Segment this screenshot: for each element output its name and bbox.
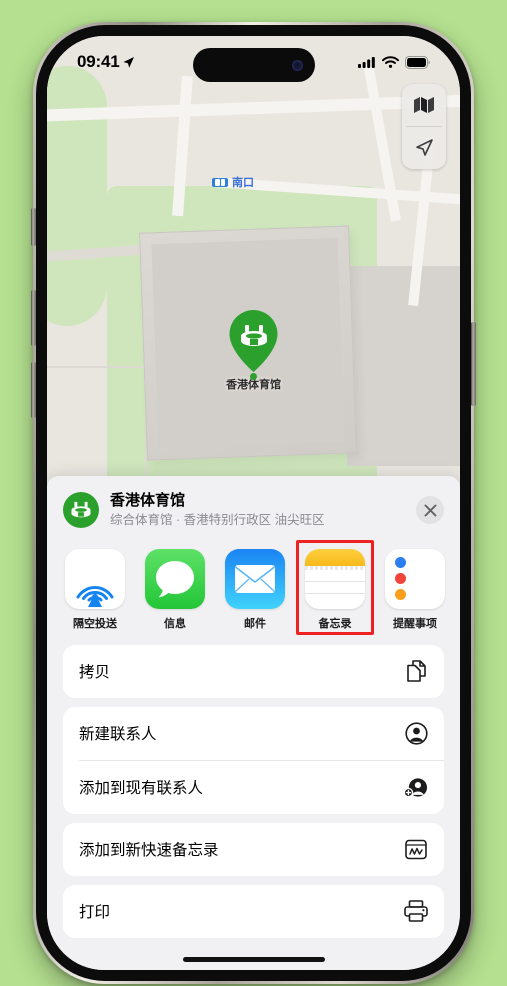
stadium-icon (71, 502, 91, 518)
share-sheet: 香港体育馆 综合体育馆 · 香港特别行政区 油尖旺区 隔空投送 信息 邮件 备忘… (47, 476, 460, 970)
share-app-label: 信息 (164, 617, 186, 630)
map-pin-bubble (222, 308, 286, 372)
reminder-dot-red (395, 573, 406, 585)
reminder-dot-blue (395, 557, 406, 569)
place-title: 香港体育馆 (110, 492, 186, 509)
power-button[interactable] (471, 322, 476, 406)
action-button[interactable] (31, 208, 36, 246)
location-arrow-icon (123, 56, 135, 68)
map-pin-group[interactable]: 香港体育馆 (47, 308, 460, 392)
action-label: 打印 (79, 904, 111, 922)
volume-down-button[interactable] (31, 362, 36, 418)
wifi-icon (382, 56, 399, 68)
action-row-quick-note[interactable]: 添加到新快速备忘录 (63, 823, 444, 876)
action-group: 打印 (63, 884, 444, 938)
home-indicator[interactable] (182, 957, 325, 962)
copy-documents-icon (404, 659, 428, 683)
transit-badge-icon (212, 177, 228, 187)
share-app-mail[interactable]: 邮件 (225, 548, 285, 631)
share-action-list: 拷贝 新建联系人 添加到现有联系人 添加到新快速备忘录 打印 (47, 641, 460, 938)
battery-full-icon (405, 55, 430, 69)
share-app-airdrop[interactable]: 隔空投送 (65, 548, 125, 631)
stadium-icon (239, 324, 269, 348)
new-contact-icon (404, 721, 428, 745)
notes-icon-line (305, 592, 365, 594)
share-app-messages[interactable]: 信息 (145, 548, 205, 631)
navigation-arrow-icon (416, 139, 433, 156)
status-bar-time-group: 09:41 (77, 52, 135, 72)
map-transit-label: 南口 (212, 174, 254, 190)
volume-up-button[interactable] (31, 290, 36, 346)
map-pin[interactable] (222, 308, 286, 380)
status-bar-indicators (358, 55, 430, 69)
notes-icon-perforation (305, 565, 365, 570)
map-road (47, 93, 460, 123)
printer-icon (404, 899, 428, 923)
map-mode-button[interactable] (402, 84, 446, 126)
notes-icon (305, 548, 365, 609)
action-group: 新建联系人 添加到现有联系人 (63, 706, 444, 814)
locate-me-button[interactable] (402, 127, 446, 169)
quick-note-icon (404, 837, 428, 861)
place-subtitle: 综合体育馆 · 香港特别行政区 油尖旺区 (110, 512, 325, 527)
phone-screen: 南口 香港体育馆 09:41 香港体育馆 综合体育馆 · 香港特别行政区 油尖旺… (47, 36, 460, 970)
share-app-label: 备忘录 (318, 617, 352, 630)
airdrop-icon (65, 548, 125, 609)
action-row-new-contact[interactable]: 新建联系人 (63, 707, 444, 760)
share-app-reminders[interactable]: 提醒事项 (385, 548, 445, 631)
map-canvas[interactable]: 南口 香港体育馆 (47, 36, 460, 536)
phone-device: 南口 香港体育馆 09:41 香港体育馆 综合体育馆 · 香港特别行政区 油尖旺… (31, 22, 476, 984)
share-app-label: 隔空投送 (73, 617, 117, 630)
cellular-signal-icon (358, 57, 375, 68)
place-info: 香港体育馆 综合体育馆 · 香港特别行政区 油尖旺区 (110, 492, 405, 529)
share-app-row[interactable]: 隔空投送 信息 邮件 备忘录 提醒事项 (47, 539, 460, 641)
add-to-contact-icon (404, 775, 428, 799)
share-app-notes[interactable]: 备忘录 (296, 539, 374, 635)
front-camera-icon (291, 59, 303, 71)
share-app-label: 邮件 (244, 617, 266, 630)
share-app-label: 提醒事项 (393, 617, 437, 630)
place-avatar (63, 492, 99, 529)
dynamic-island (192, 48, 315, 82)
action-group: 添加到新快速备忘录 (63, 822, 444, 876)
action-row-print[interactable]: 打印 (63, 885, 444, 938)
share-sheet-header: 香港体育馆 综合体育馆 · 香港特别行政区 油尖旺区 (47, 476, 460, 543)
reminder-dot-orange (395, 589, 406, 601)
action-label: 新建联系人 (79, 726, 157, 744)
action-row-add-existing-contact[interactable]: 添加到现有联系人 (63, 761, 444, 814)
folded-map-icon (414, 97, 434, 113)
map-park-area (47, 66, 107, 326)
action-label: 拷贝 (79, 664, 111, 682)
notes-icon-header (305, 548, 365, 566)
close-icon (424, 504, 436, 517)
action-group: 拷贝 (63, 644, 444, 698)
mail-icon (225, 548, 285, 609)
map-transit-label-text: 南口 (232, 177, 254, 189)
reminders-icon (385, 548, 445, 609)
action-label: 添加到现有联系人 (79, 780, 204, 798)
map-controls[interactable] (402, 84, 446, 169)
action-label: 添加到新快速备忘录 (79, 842, 219, 860)
action-row-copy[interactable]: 拷贝 (63, 645, 444, 698)
status-bar-time: 09:41 (77, 52, 120, 71)
notes-icon-line (305, 580, 365, 582)
map-pin-anchor-dot (250, 373, 257, 380)
messages-icon (145, 548, 205, 609)
close-button[interactable] (416, 496, 444, 525)
